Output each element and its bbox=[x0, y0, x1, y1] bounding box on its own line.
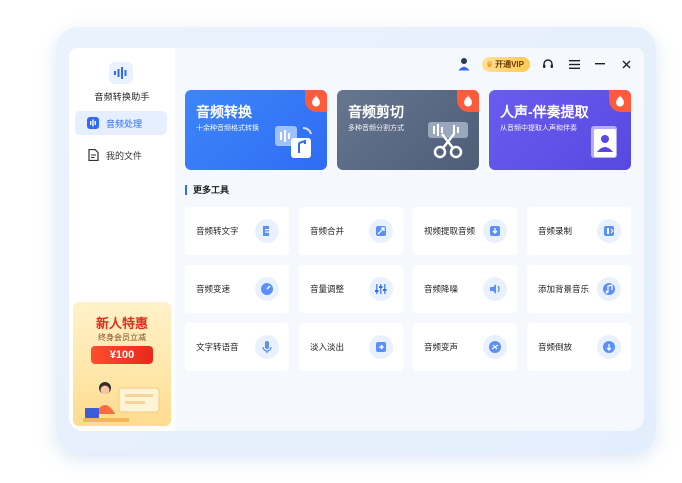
tool-label: 音频降噪 bbox=[424, 284, 459, 294]
tool-item[interactable]: 音频降噪 bbox=[413, 265, 517, 313]
vip-button[interactable]: ♛ 开通VIP bbox=[481, 56, 530, 72]
card-title: 音频转换 bbox=[196, 104, 252, 120]
tool-item[interactable]: 音频倒放 bbox=[527, 323, 631, 371]
record-icon bbox=[597, 219, 621, 243]
user-icon[interactable] bbox=[456, 56, 472, 72]
card-title: 人声-伴奏提取 bbox=[500, 104, 589, 120]
tool-item[interactable]: 音频转文字 bbox=[185, 207, 289, 255]
card-description: 从音频中提取人声和伴奏 bbox=[500, 125, 577, 132]
tool-label: 音频合并 bbox=[310, 226, 345, 236]
fade-icon bbox=[369, 335, 393, 359]
app-logo-icon bbox=[109, 62, 133, 84]
sidebar: 音频转换助手 音频处理 我的文件 新人特惠 终身会员立减 ¥100 bbox=[69, 48, 175, 431]
vip-label: 开通VIP bbox=[495, 59, 524, 69]
tool-item[interactable]: 淡入淡出 bbox=[299, 323, 403, 371]
audio-wave-icon bbox=[87, 117, 99, 129]
card-title: 音频剪切 bbox=[348, 104, 404, 120]
tool-label: 音频转文字 bbox=[196, 226, 239, 236]
support-icon[interactable] bbox=[540, 56, 556, 72]
tool-label: 添加背景音乐 bbox=[538, 284, 590, 294]
text-to-speech-icon bbox=[255, 335, 279, 359]
promo-subtitle: 终身会员立减 bbox=[98, 333, 146, 342]
sidebar-item-audio-processing[interactable]: 音频处理 bbox=[75, 111, 167, 135]
audio-cut-icon bbox=[428, 122, 468, 159]
app-name: 音频转换助手 bbox=[94, 92, 150, 102]
card-description: 十余种音频格式转换 bbox=[196, 125, 259, 132]
promo-price: ¥100 bbox=[91, 346, 153, 364]
sidebar-item-label: 音频处理 bbox=[106, 118, 143, 129]
tool-label: 音频倒放 bbox=[538, 342, 573, 352]
hot-icon bbox=[457, 90, 479, 112]
audio-convert-icon bbox=[275, 126, 312, 158]
tool-item[interactable]: 音频变声 bbox=[413, 323, 517, 371]
tool-label: 音频变声 bbox=[424, 342, 459, 352]
card-audio-convert[interactable]: 音频转换 十余种音频格式转换 bbox=[185, 90, 327, 170]
app-window: 音频转换助手 音频处理 我的文件 新人特惠 终身会员立减 ¥100 ♛ 开通VI… bbox=[69, 48, 644, 431]
vocal-extract-icon bbox=[591, 126, 617, 158]
tool-item[interactable]: 视频提取音频 bbox=[413, 207, 517, 255]
tool-item[interactable]: 添加背景音乐 bbox=[527, 265, 631, 313]
hot-icon bbox=[305, 90, 327, 112]
tool-item[interactable]: 文字转语音 bbox=[185, 323, 289, 371]
speed-icon bbox=[255, 277, 279, 301]
card-description: 多种音频分割方式 bbox=[348, 125, 404, 132]
bgm-icon bbox=[597, 277, 621, 301]
merge-icon bbox=[369, 219, 393, 243]
voice-change-icon bbox=[483, 335, 507, 359]
sidebar-item-label: 我的文件 bbox=[106, 150, 143, 161]
tool-item[interactable]: 音频合并 bbox=[299, 207, 403, 255]
minimize-icon[interactable] bbox=[592, 56, 608, 72]
close-icon[interactable] bbox=[618, 56, 634, 72]
tool-item[interactable]: 音量调整 bbox=[299, 265, 403, 313]
reverse-icon bbox=[597, 335, 621, 359]
promo-illustration-icon bbox=[83, 382, 160, 422]
tool-label: 视频提取音频 bbox=[424, 226, 476, 236]
audio-to-text-icon bbox=[255, 219, 279, 243]
more-tools-title: 更多工具 bbox=[185, 185, 229, 195]
promo-banner[interactable]: 新人特惠 终身会员立减 ¥100 bbox=[73, 302, 171, 426]
tool-label: 音量调整 bbox=[310, 284, 345, 294]
tool-label: 淡入淡出 bbox=[310, 342, 345, 352]
video-extract-icon bbox=[483, 219, 507, 243]
menu-icon[interactable] bbox=[566, 56, 582, 72]
volume-adjust-icon bbox=[369, 277, 393, 301]
title-bar: ♛ 开通VIP bbox=[446, 54, 634, 74]
crown-icon: ♛ bbox=[485, 59, 494, 69]
sidebar-item-my-files[interactable]: 我的文件 bbox=[75, 143, 167, 167]
promo-title: 新人特惠 bbox=[95, 316, 148, 331]
denoise-icon bbox=[483, 277, 507, 301]
tool-label: 文字转语音 bbox=[196, 342, 239, 352]
card-vocal-extract[interactable]: 人声-伴奏提取 从音频中提取人声和伴奏 bbox=[489, 90, 631, 170]
tool-label: 音频录制 bbox=[538, 226, 573, 236]
tool-item[interactable]: 音频变速 bbox=[185, 265, 289, 313]
tool-label: 音频变速 bbox=[196, 284, 231, 294]
file-icon bbox=[87, 149, 99, 161]
card-audio-cut[interactable]: 音频剪切 多种音频分割方式 bbox=[337, 90, 479, 170]
tool-item[interactable]: 音频录制 bbox=[527, 207, 631, 255]
hot-icon bbox=[609, 90, 631, 112]
